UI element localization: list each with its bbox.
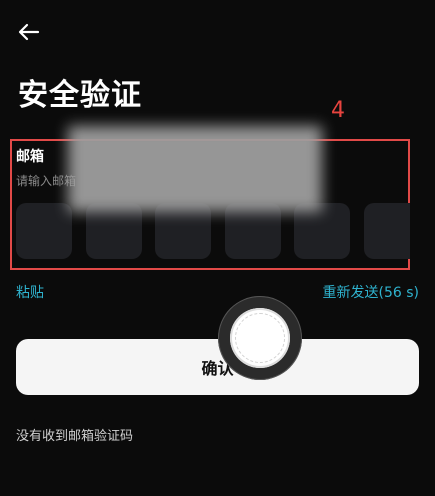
assistive-touch-icon bbox=[230, 308, 290, 368]
paste-link[interactable]: 粘贴 bbox=[16, 282, 44, 302]
arrow-left-icon bbox=[18, 23, 40, 41]
otp-digit-box[interactable] bbox=[364, 203, 410, 259]
assistive-touch-button[interactable] bbox=[218, 296, 302, 380]
touch-ring bbox=[235, 313, 285, 363]
resend-code-link[interactable]: 重新发送(56 s) bbox=[323, 282, 419, 302]
confirm-button[interactable]: 确认 bbox=[16, 339, 419, 395]
page-title: 安全验证 bbox=[18, 78, 142, 113]
no-code-received-link[interactable]: 没有收到邮箱验证码 bbox=[16, 425, 133, 444]
annotation-number: 4 bbox=[331, 98, 345, 123]
otp-digit-box[interactable] bbox=[16, 203, 72, 259]
email-label: 邮箱 bbox=[16, 149, 44, 165]
redaction-blur bbox=[68, 126, 322, 212]
back-button[interactable] bbox=[14, 18, 44, 46]
